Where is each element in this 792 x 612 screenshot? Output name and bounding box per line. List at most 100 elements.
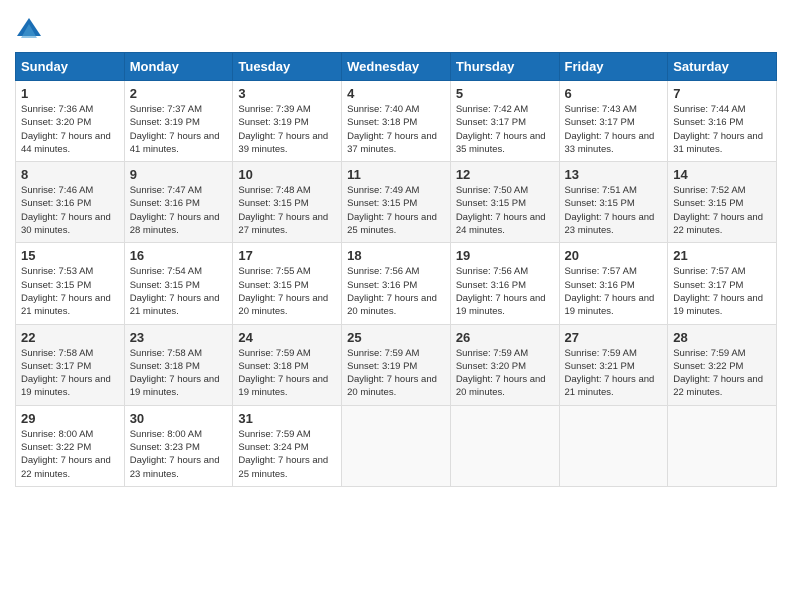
day-detail: Sunrise: 7:59 AMSunset: 3:22 PMDaylight:… [673, 348, 763, 399]
day-detail: Sunrise: 7:58 AMSunset: 3:17 PMDaylight:… [21, 348, 111, 399]
day-detail: Sunrise: 7:48 AMSunset: 3:15 PMDaylight:… [238, 185, 328, 236]
header [15, 10, 777, 44]
day-number: 24 [238, 330, 336, 345]
day-number: 29 [21, 411, 119, 426]
day-number: 2 [130, 86, 228, 101]
calendar-cell: 7 Sunrise: 7:44 AMSunset: 3:16 PMDayligh… [668, 81, 777, 162]
day-detail: Sunrise: 7:52 AMSunset: 3:15 PMDaylight:… [673, 185, 763, 236]
calendar-cell: 8 Sunrise: 7:46 AMSunset: 3:16 PMDayligh… [16, 162, 125, 243]
day-number: 18 [347, 248, 445, 263]
day-number: 6 [565, 86, 663, 101]
calendar-cell [668, 405, 777, 486]
day-detail: Sunrise: 7:44 AMSunset: 3:16 PMDaylight:… [673, 104, 763, 155]
calendar-cell: 6 Sunrise: 7:43 AMSunset: 3:17 PMDayligh… [559, 81, 668, 162]
day-number: 12 [456, 167, 554, 182]
calendar-cell: 10 Sunrise: 7:48 AMSunset: 3:15 PMDaylig… [233, 162, 342, 243]
calendar-cell: 19 Sunrise: 7:56 AMSunset: 3:16 PMDaylig… [450, 243, 559, 324]
day-detail: Sunrise: 7:59 AMSunset: 3:18 PMDaylight:… [238, 348, 328, 399]
calendar-cell: 30 Sunrise: 8:00 AMSunset: 3:23 PMDaylig… [124, 405, 233, 486]
day-number: 17 [238, 248, 336, 263]
day-number: 22 [21, 330, 119, 345]
day-number: 15 [21, 248, 119, 263]
day-detail: Sunrise: 7:51 AMSunset: 3:15 PMDaylight:… [565, 185, 655, 236]
day-number: 14 [673, 167, 771, 182]
calendar-cell: 29 Sunrise: 8:00 AMSunset: 3:22 PMDaylig… [16, 405, 125, 486]
day-detail: Sunrise: 7:42 AMSunset: 3:17 PMDaylight:… [456, 104, 546, 155]
calendar-cell: 18 Sunrise: 7:56 AMSunset: 3:16 PMDaylig… [342, 243, 451, 324]
calendar-cell [342, 405, 451, 486]
day-detail: Sunrise: 7:36 AMSunset: 3:20 PMDaylight:… [21, 104, 111, 155]
calendar-cell: 12 Sunrise: 7:50 AMSunset: 3:15 PMDaylig… [450, 162, 559, 243]
day-header-tuesday: Tuesday [233, 53, 342, 81]
day-number: 1 [21, 86, 119, 101]
day-detail: Sunrise: 7:53 AMSunset: 3:15 PMDaylight:… [21, 266, 111, 317]
calendar-cell: 1 Sunrise: 7:36 AMSunset: 3:20 PMDayligh… [16, 81, 125, 162]
day-detail: Sunrise: 7:55 AMSunset: 3:15 PMDaylight:… [238, 266, 328, 317]
day-number: 30 [130, 411, 228, 426]
day-header-sunday: Sunday [16, 53, 125, 81]
day-number: 9 [130, 167, 228, 182]
calendar-cell: 22 Sunrise: 7:58 AMSunset: 3:17 PMDaylig… [16, 324, 125, 405]
calendar-week-row: 29 Sunrise: 8:00 AMSunset: 3:22 PMDaylig… [16, 405, 777, 486]
day-detail: Sunrise: 7:59 AMSunset: 3:24 PMDaylight:… [238, 429, 328, 480]
calendar-cell: 14 Sunrise: 7:52 AMSunset: 3:15 PMDaylig… [668, 162, 777, 243]
day-detail: Sunrise: 7:59 AMSunset: 3:21 PMDaylight:… [565, 348, 655, 399]
calendar-cell [559, 405, 668, 486]
day-number: 23 [130, 330, 228, 345]
day-header-thursday: Thursday [450, 53, 559, 81]
day-number: 31 [238, 411, 336, 426]
day-detail: Sunrise: 7:40 AMSunset: 3:18 PMDaylight:… [347, 104, 437, 155]
calendar-week-row: 22 Sunrise: 7:58 AMSunset: 3:17 PMDaylig… [16, 324, 777, 405]
day-detail: Sunrise: 7:50 AMSunset: 3:15 PMDaylight:… [456, 185, 546, 236]
calendar-cell: 5 Sunrise: 7:42 AMSunset: 3:17 PMDayligh… [450, 81, 559, 162]
day-number: 8 [21, 167, 119, 182]
day-number: 25 [347, 330, 445, 345]
day-number: 26 [456, 330, 554, 345]
day-number: 19 [456, 248, 554, 263]
calendar-cell: 24 Sunrise: 7:59 AMSunset: 3:18 PMDaylig… [233, 324, 342, 405]
calendar-cell: 9 Sunrise: 7:47 AMSunset: 3:16 PMDayligh… [124, 162, 233, 243]
calendar-cell: 3 Sunrise: 7:39 AMSunset: 3:19 PMDayligh… [233, 81, 342, 162]
calendar-cell: 21 Sunrise: 7:57 AMSunset: 3:17 PMDaylig… [668, 243, 777, 324]
day-detail: Sunrise: 7:56 AMSunset: 3:16 PMDaylight:… [347, 266, 437, 317]
calendar-cell [450, 405, 559, 486]
calendar-cell: 28 Sunrise: 7:59 AMSunset: 3:22 PMDaylig… [668, 324, 777, 405]
day-detail: Sunrise: 7:49 AMSunset: 3:15 PMDaylight:… [347, 185, 437, 236]
day-header-saturday: Saturday [668, 53, 777, 81]
calendar-cell: 13 Sunrise: 7:51 AMSunset: 3:15 PMDaylig… [559, 162, 668, 243]
day-detail: Sunrise: 7:59 AMSunset: 3:20 PMDaylight:… [456, 348, 546, 399]
day-detail: Sunrise: 7:58 AMSunset: 3:18 PMDaylight:… [130, 348, 220, 399]
day-detail: Sunrise: 8:00 AMSunset: 3:22 PMDaylight:… [21, 429, 111, 480]
day-detail: Sunrise: 7:57 AMSunset: 3:16 PMDaylight:… [565, 266, 655, 317]
day-detail: Sunrise: 7:37 AMSunset: 3:19 PMDaylight:… [130, 104, 220, 155]
calendar-cell: 11 Sunrise: 7:49 AMSunset: 3:15 PMDaylig… [342, 162, 451, 243]
calendar-cell: 26 Sunrise: 7:59 AMSunset: 3:20 PMDaylig… [450, 324, 559, 405]
day-header-wednesday: Wednesday [342, 53, 451, 81]
calendar-cell: 25 Sunrise: 7:59 AMSunset: 3:19 PMDaylig… [342, 324, 451, 405]
day-detail: Sunrise: 7:39 AMSunset: 3:19 PMDaylight:… [238, 104, 328, 155]
calendar-header-row: SundayMondayTuesdayWednesdayThursdayFrid… [16, 53, 777, 81]
calendar-cell: 17 Sunrise: 7:55 AMSunset: 3:15 PMDaylig… [233, 243, 342, 324]
day-number: 7 [673, 86, 771, 101]
day-detail: Sunrise: 7:56 AMSunset: 3:16 PMDaylight:… [456, 266, 546, 317]
day-header-friday: Friday [559, 53, 668, 81]
day-detail: Sunrise: 7:59 AMSunset: 3:19 PMDaylight:… [347, 348, 437, 399]
calendar-cell: 2 Sunrise: 7:37 AMSunset: 3:19 PMDayligh… [124, 81, 233, 162]
day-number: 13 [565, 167, 663, 182]
day-detail: Sunrise: 7:43 AMSunset: 3:17 PMDaylight:… [565, 104, 655, 155]
calendar-cell: 31 Sunrise: 7:59 AMSunset: 3:24 PMDaylig… [233, 405, 342, 486]
calendar-cell: 20 Sunrise: 7:57 AMSunset: 3:16 PMDaylig… [559, 243, 668, 324]
calendar-cell: 4 Sunrise: 7:40 AMSunset: 3:18 PMDayligh… [342, 81, 451, 162]
day-number: 10 [238, 167, 336, 182]
day-header-monday: Monday [124, 53, 233, 81]
day-number: 28 [673, 330, 771, 345]
day-number: 5 [456, 86, 554, 101]
calendar-week-row: 15 Sunrise: 7:53 AMSunset: 3:15 PMDaylig… [16, 243, 777, 324]
logo [15, 16, 47, 44]
day-number: 16 [130, 248, 228, 263]
day-number: 27 [565, 330, 663, 345]
day-number: 21 [673, 248, 771, 263]
calendar-week-row: 1 Sunrise: 7:36 AMSunset: 3:20 PMDayligh… [16, 81, 777, 162]
day-detail: Sunrise: 8:00 AMSunset: 3:23 PMDaylight:… [130, 429, 220, 480]
day-detail: Sunrise: 7:46 AMSunset: 3:16 PMDaylight:… [21, 185, 111, 236]
